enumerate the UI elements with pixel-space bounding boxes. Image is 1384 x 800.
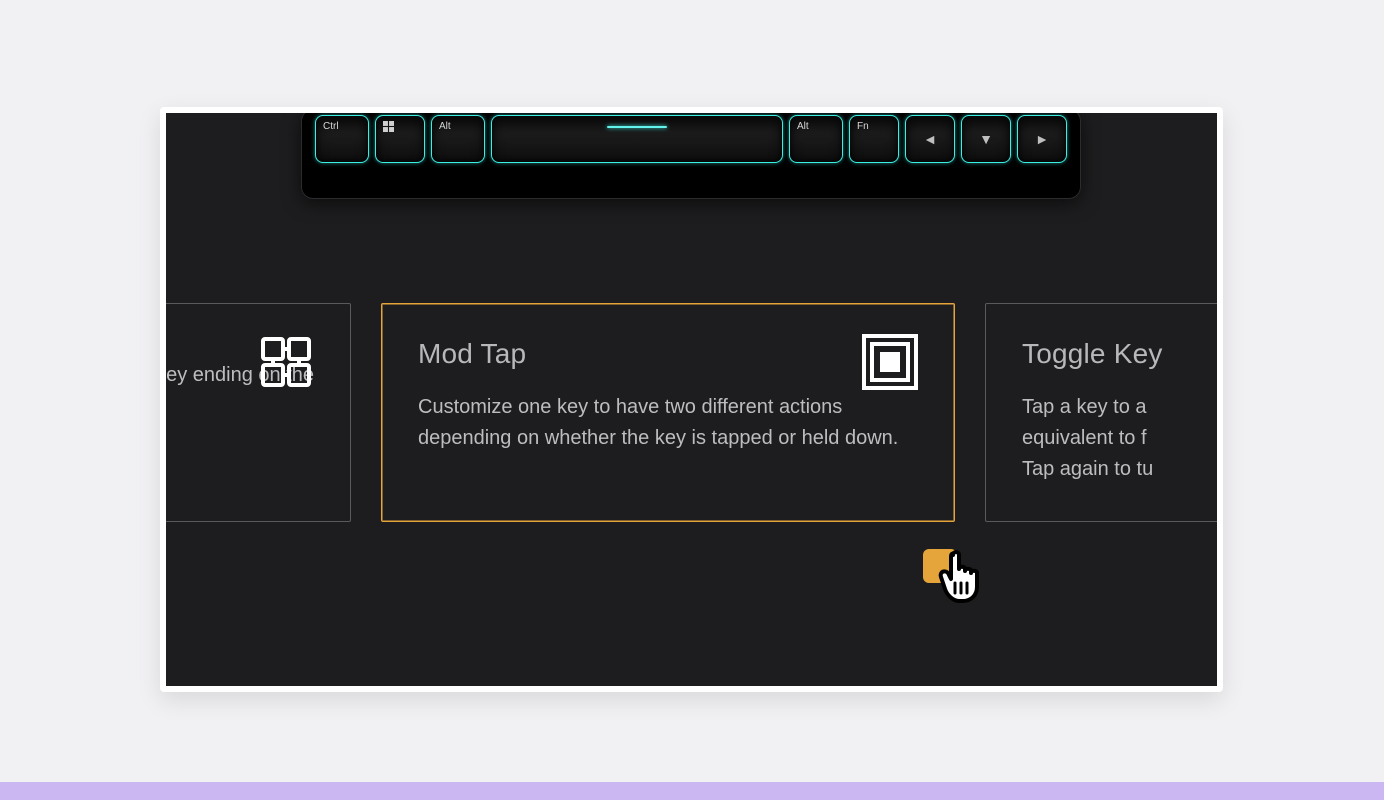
kb-key-label: ◄ <box>923 131 937 147</box>
kb-key-label: Ctrl <box>323 121 339 132</box>
feature-card-toggle-key[interactable]: Toggle Key Tap a key to aequivalent to f… <box>985 303 1217 522</box>
cursor-overlay <box>923 543 1003 623</box>
page-footer-accent <box>0 782 1384 800</box>
feature-card-description: Tap a key to aequivalent to fTap again t… <box>1022 392 1217 485</box>
feature-card-mod-tap[interactable]: Mod Tap Customize one key to have two di… <box>381 303 955 522</box>
nested-square-icon <box>860 332 920 392</box>
windows-icon <box>383 121 394 132</box>
keyboard-preview: Ctrl Alt Alt Fn ◄ ▼ ► <box>301 113 1081 199</box>
feature-cards-row: for a single key ending on the Mod Tap C… <box>166 303 1217 522</box>
kb-key-arrow-left[interactable]: ◄ <box>905 115 955 163</box>
pointer-hand-icon <box>933 543 997 607</box>
multi-key-icon <box>256 332 316 392</box>
kb-key-label: ► <box>1035 131 1049 147</box>
kb-key-arrow-down[interactable]: ▼ <box>961 115 1011 163</box>
kb-key-label: Alt <box>439 121 451 132</box>
kb-key-label: Alt <box>797 121 809 132</box>
kb-key-label: Fn <box>857 121 869 132</box>
kb-key-alt-right[interactable]: Alt <box>789 115 843 163</box>
kb-key-ctrl[interactable]: Ctrl <box>315 115 369 163</box>
app-surface: Ctrl Alt Alt Fn ◄ ▼ ► <box>166 113 1217 686</box>
feature-card-title: Mod Tap <box>418 338 918 370</box>
feature-card-description: Customize one key to have two different … <box>418 392 918 454</box>
screenshot-frame: Ctrl Alt Alt Fn ◄ ▼ ► <box>160 107 1223 692</box>
kb-key-label: ▼ <box>979 131 993 147</box>
kb-key-arrow-right[interactable]: ► <box>1017 115 1067 163</box>
kb-key-alt-left[interactable]: Alt <box>431 115 485 163</box>
keyboard-bottom-row: Ctrl Alt Alt Fn ◄ ▼ ► <box>315 115 1067 183</box>
kb-key-win[interactable] <box>375 115 425 163</box>
feature-card-previous[interactable]: for a single key ending on the <box>166 303 351 522</box>
feature-card-title: Toggle Key <box>1022 338 1217 370</box>
kb-key-fn[interactable]: Fn <box>849 115 899 163</box>
kb-key-space[interactable] <box>491 115 783 163</box>
